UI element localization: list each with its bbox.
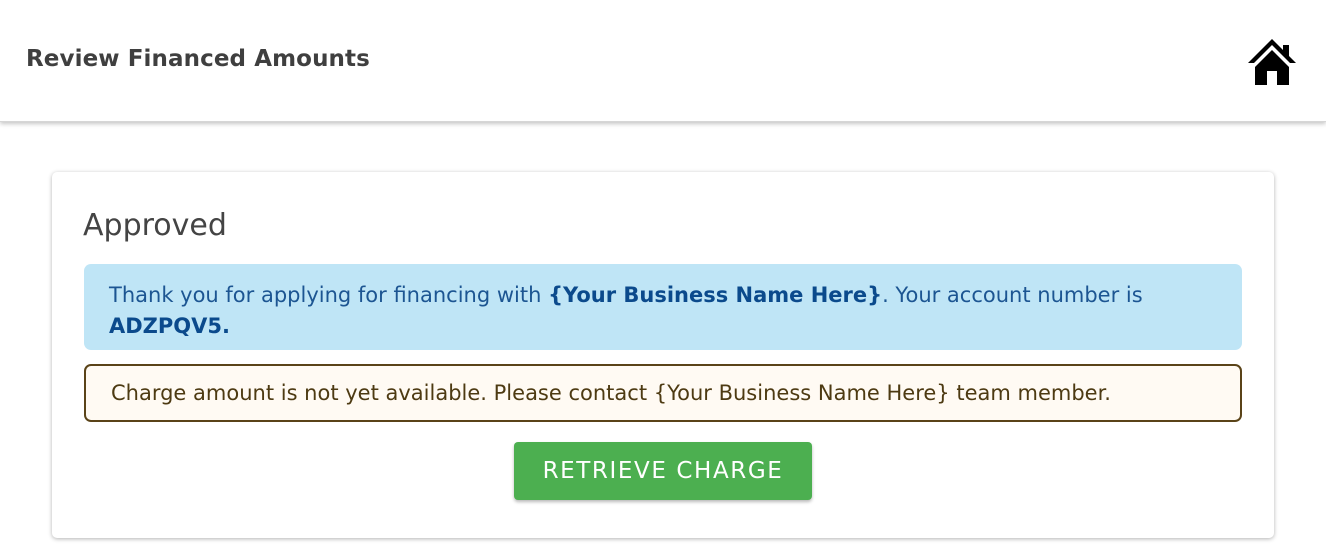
home-button[interactable] bbox=[1245, 37, 1299, 87]
retrieve-charge-button[interactable]: RETRIEVE CHARGE bbox=[514, 442, 812, 500]
account-number: ADZPQV5. bbox=[109, 314, 230, 338]
status-title: Approved bbox=[83, 208, 227, 243]
page-header: Review Financed Amounts bbox=[0, 0, 1326, 122]
business-name: {Your Business Name Here} bbox=[548, 283, 883, 307]
page-title: Review Financed Amounts bbox=[26, 46, 370, 72]
financing-card: Approved Thank you for applying for fina… bbox=[52, 172, 1274, 538]
info-alert: Thank you for applying for financing wit… bbox=[84, 264, 1242, 350]
warning-text: Charge amount is not yet available. Plea… bbox=[111, 381, 1111, 405]
info-text-before: Thank you for applying for financing wit… bbox=[109, 283, 549, 307]
warning-alert: Charge amount is not yet available. Plea… bbox=[84, 364, 1242, 422]
home-icon bbox=[1248, 39, 1296, 85]
info-text-middle: . Your account number is bbox=[882, 283, 1143, 307]
